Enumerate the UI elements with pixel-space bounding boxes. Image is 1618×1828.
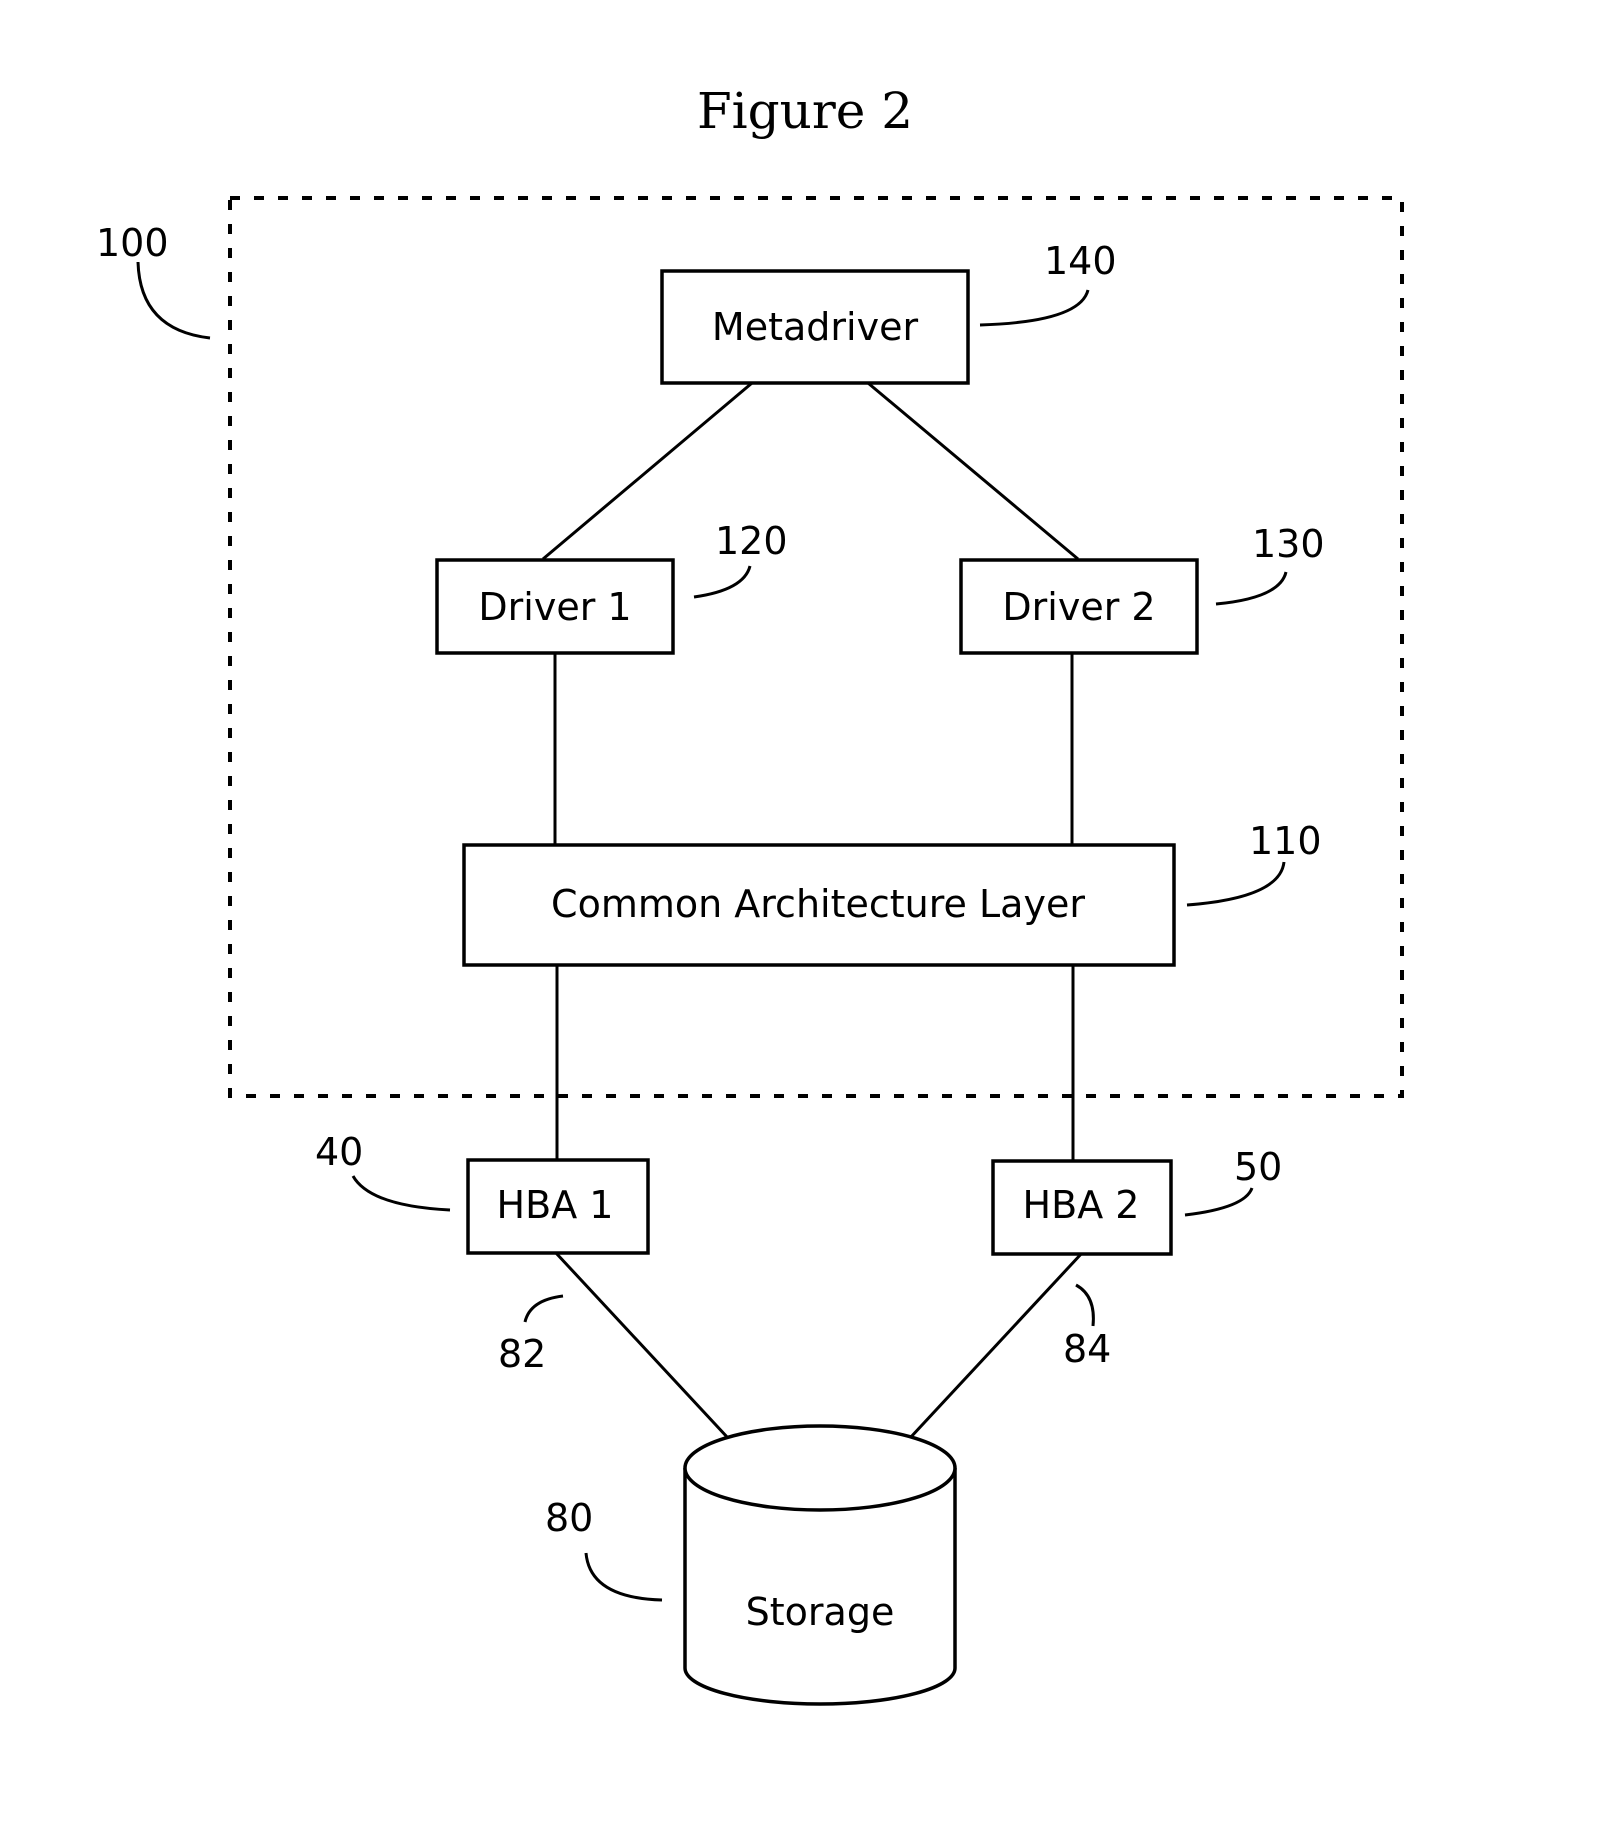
ref-110: 110: [1249, 819, 1322, 863]
ref-80: 80: [545, 1496, 593, 1540]
hba1-label: HBA 1: [497, 1183, 614, 1227]
leader-130: [1215, 571, 1288, 606]
leader-84: [1075, 1283, 1095, 1327]
edge-metadriver-driver2: [867, 381, 1079, 561]
leader-40: [351, 1175, 451, 1212]
edge-hba1-storage: [554, 1251, 730, 1440]
ref-100: 100: [96, 221, 169, 265]
storage-label: Storage: [746, 1590, 895, 1634]
ref-130: 130: [1252, 522, 1325, 566]
node-common-architecture-layer: Common Architecture Layer: [462, 843, 1176, 967]
metadriver-label: Metadriver: [712, 305, 919, 349]
node-driver2: Driver 2: [959, 558, 1199, 655]
ref-40: 40: [315, 1130, 363, 1174]
cal-label: Common Architecture Layer: [551, 882, 1085, 926]
edge-hba2-storage: [908, 1251, 1084, 1440]
leader-120: [693, 565, 752, 599]
node-storage: Storage: [683, 1424, 957, 1706]
ref-82: 82: [498, 1332, 546, 1376]
diagram-canvas: Figure 2 100 Metadriver 140 Driver 1 120…: [96, 82, 1404, 1706]
leader-140: [979, 289, 1090, 327]
node-hba1: HBA 1: [466, 1158, 650, 1255]
leader-80: [584, 1552, 663, 1602]
ref-140: 140: [1044, 239, 1117, 283]
driver2-label: Driver 2: [1002, 585, 1155, 629]
leader-100: [136, 261, 211, 340]
leader-110: [1186, 861, 1286, 907]
node-hba2: HBA 2: [991, 1159, 1173, 1256]
node-driver1: Driver 1: [435, 558, 675, 655]
node-metadriver: Metadriver: [660, 269, 970, 385]
ref-50: 50: [1234, 1145, 1282, 1189]
driver1-label: Driver 1: [478, 585, 631, 629]
leader-82: [523, 1294, 564, 1323]
leader-50: [1184, 1187, 1254, 1217]
ref-120: 120: [715, 519, 788, 563]
figure-title: Figure 2: [697, 82, 913, 140]
hba2-label: HBA 2: [1023, 1183, 1140, 1227]
storage-top: [683, 1424, 957, 1512]
ref-84: 84: [1063, 1327, 1111, 1371]
